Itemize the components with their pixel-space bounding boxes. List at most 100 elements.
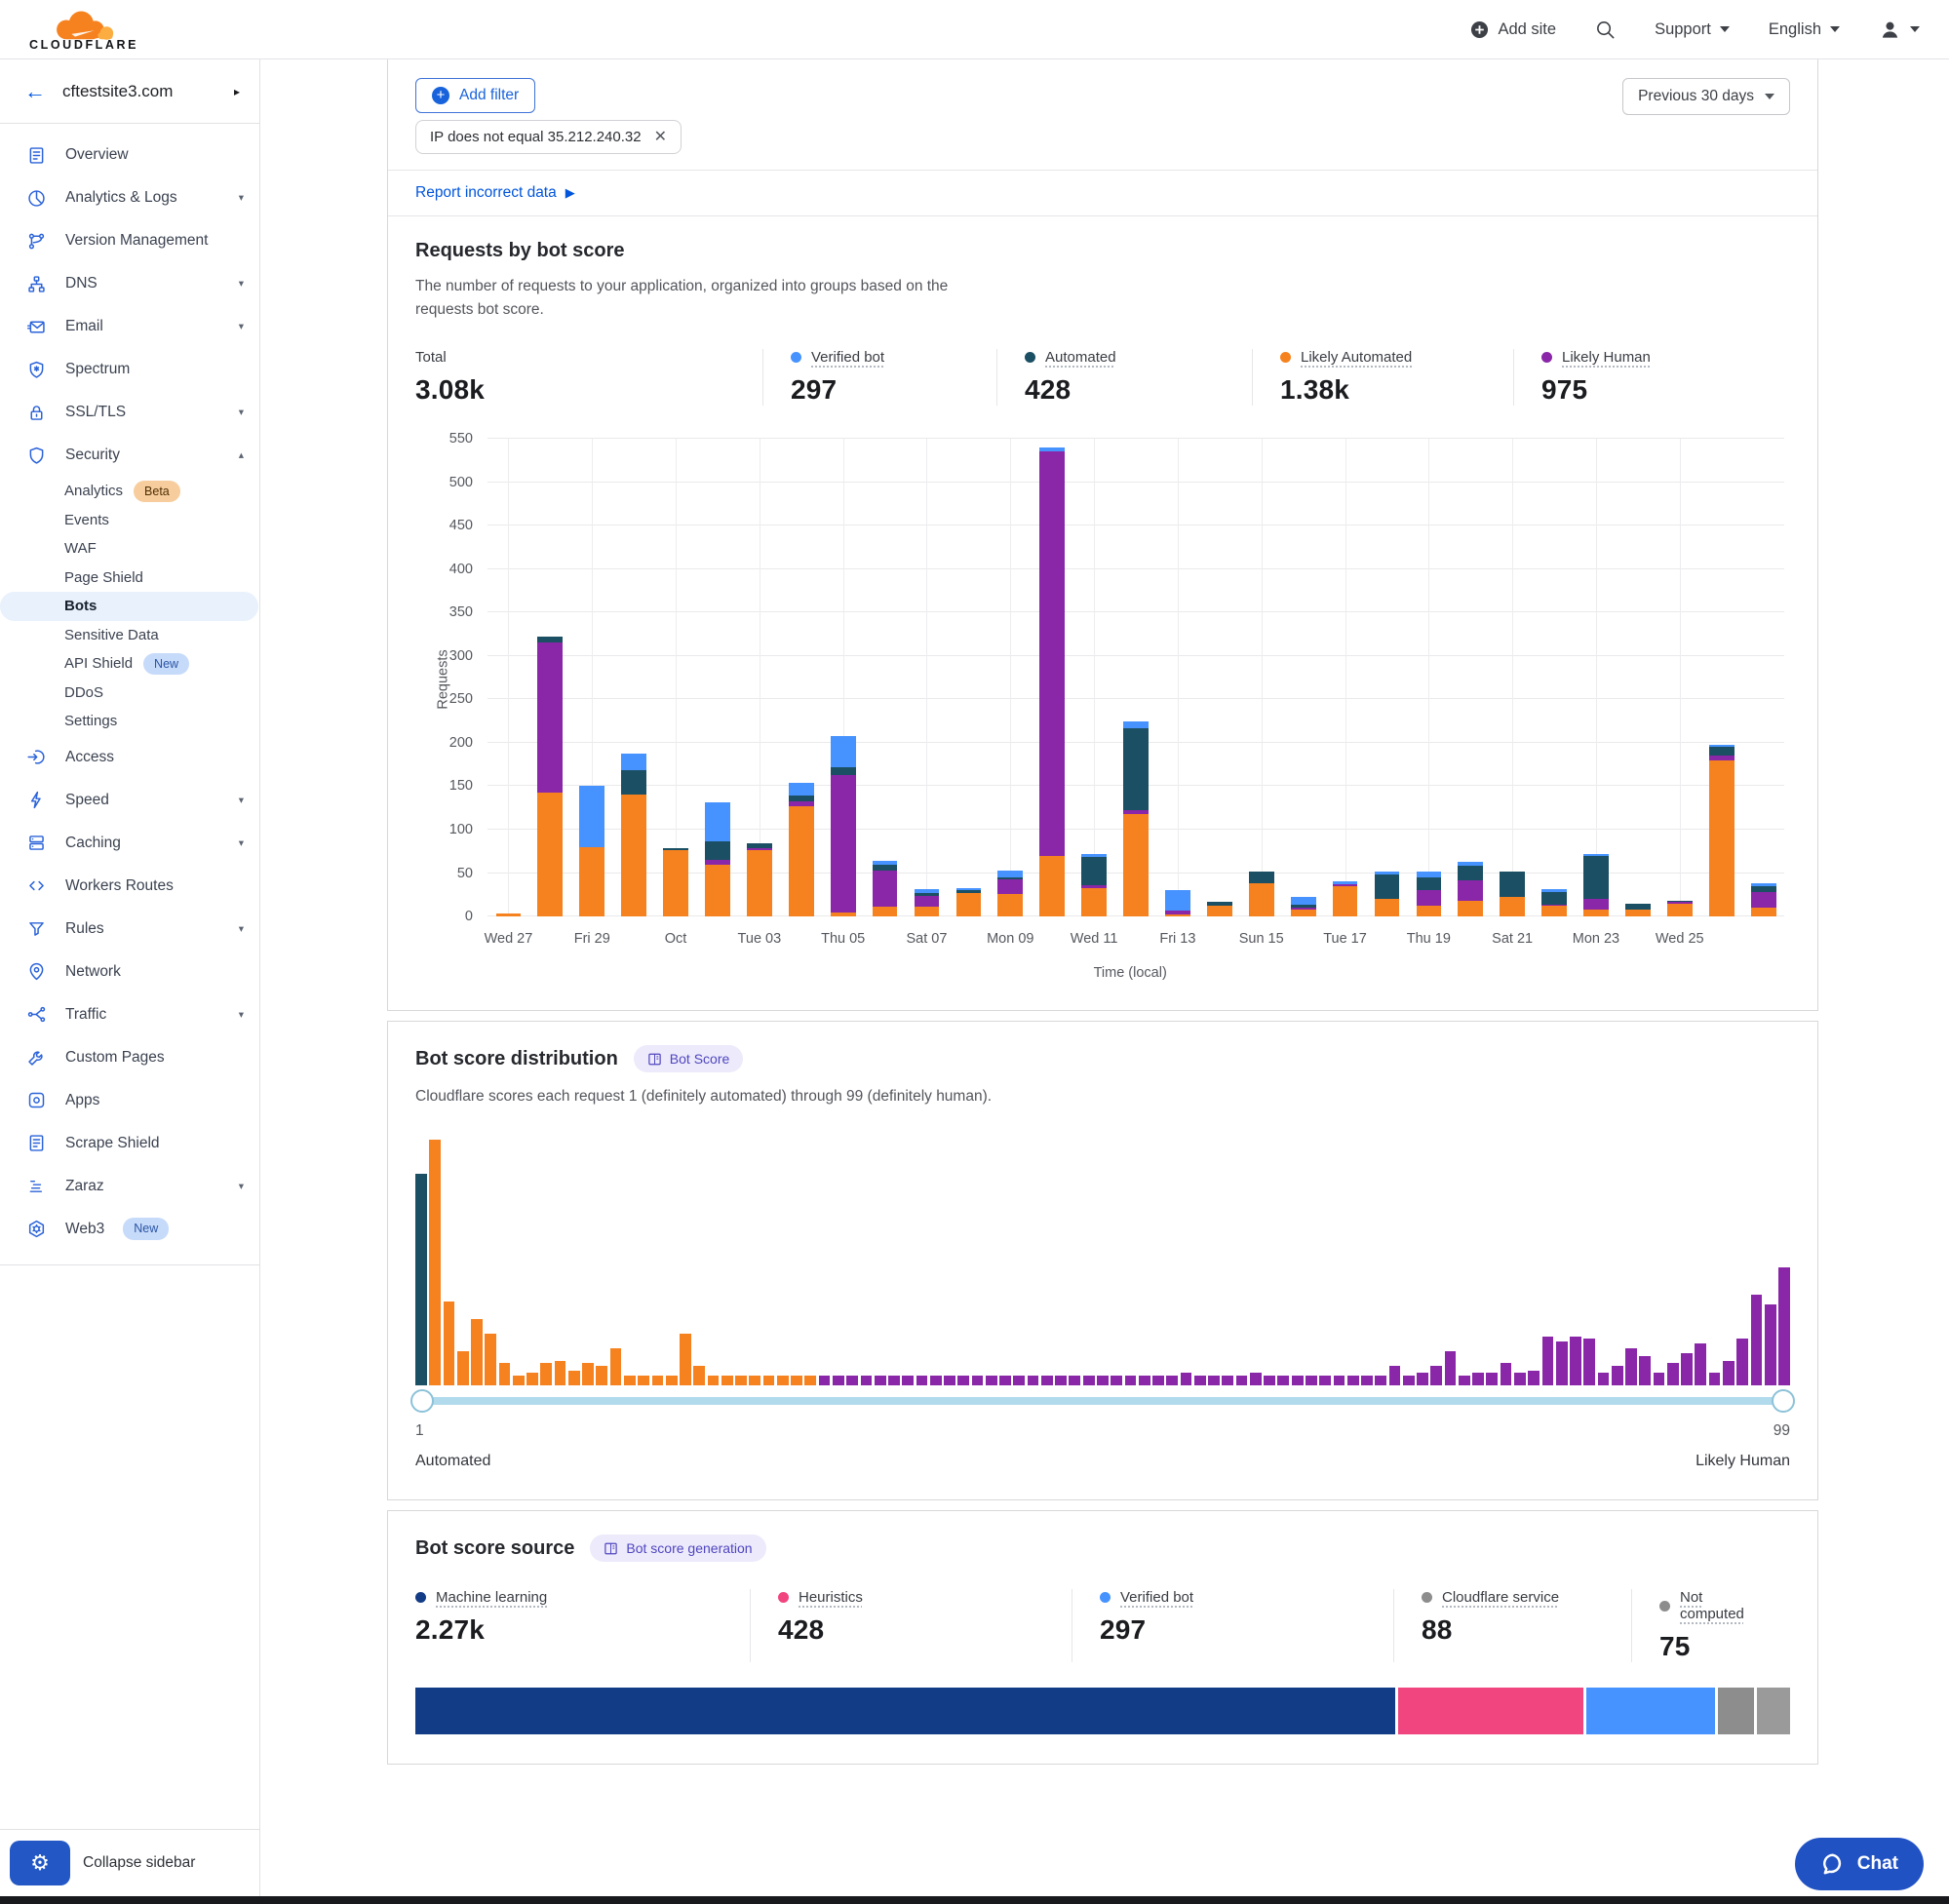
sidebar-item-caching[interactable]: Caching▾ [0, 822, 259, 865]
x-axis-title: Time (local) [1094, 965, 1167, 981]
support-menu[interactable]: Support [1655, 20, 1730, 39]
sidebar-item-label: Zaraz [65, 1178, 104, 1195]
remove-filter-icon[interactable]: ✕ [654, 130, 667, 145]
stat-label[interactable]: Machine learning [436, 1589, 547, 1606]
slider-track[interactable] [417, 1397, 1788, 1405]
stat-label[interactable]: Likely Human [1562, 349, 1651, 366]
traffic-icon [26, 1004, 47, 1025]
sidebar-item-label: Security [65, 447, 120, 464]
chevron-down-icon: ▾ [239, 321, 244, 332]
report-incorrect-data-link[interactable]: Report incorrect data ▶ [388, 171, 1817, 215]
slider-handle-min[interactable] [410, 1389, 434, 1413]
bar-segment-likely-automated [956, 893, 982, 916]
stat-label[interactable]: Verified bot [811, 349, 884, 366]
sidebar-item-workers-routes[interactable]: Workers Routes [0, 865, 259, 908]
sidebar-item-email[interactable]: Email ▾ [0, 305, 259, 348]
search-button[interactable] [1595, 19, 1616, 40]
bar-segment-likely-automated [747, 850, 772, 916]
sidebar-item-network[interactable]: Network [0, 951, 259, 993]
sidebar-item-apps[interactable]: Apps [0, 1079, 259, 1122]
bar-segment-likely-automated [915, 907, 940, 916]
hist-bar-score-33 [861, 1376, 873, 1385]
hist-bar-score-99 [1778, 1267, 1790, 1385]
sidebar-item-events[interactable]: Events [0, 506, 259, 535]
add-filter-button[interactable]: + Add filter [415, 78, 535, 113]
legend-dot [1659, 1601, 1670, 1612]
bar-segment-verified-bot [621, 754, 646, 771]
bar-segment-verified-bot [705, 802, 730, 840]
sidebar-item-ssl-tls[interactable]: SSL/TLS▾ [0, 391, 259, 434]
settings-gear-button[interactable]: ⚙ [10, 1841, 70, 1885]
hist-bar-score-11 [555, 1361, 566, 1385]
sidebar-item-security[interactable]: Security▴ [0, 434, 259, 477]
hist-bar-score-81 [1528, 1371, 1540, 1385]
bar-segment-likely-automated [1500, 897, 1525, 916]
sidebar-item-custom-pages[interactable]: Custom Pages [0, 1036, 259, 1079]
sidebar-item-scrape-shield[interactable]: Scrape Shield [0, 1122, 259, 1165]
language-menu[interactable]: English [1769, 20, 1840, 39]
hist-bar-score-64 [1292, 1376, 1304, 1385]
sidebar-item-dns[interactable]: DNS▾ [0, 262, 259, 305]
hist-bar-score-13 [582, 1363, 594, 1385]
sidebar-item-zaraz[interactable]: Zaraz ▾ [0, 1165, 259, 1208]
site-name[interactable]: cftestsite3.com [62, 82, 173, 101]
slider-handle-max[interactable] [1772, 1389, 1795, 1413]
hist-bar-score-85 [1583, 1339, 1595, 1385]
stat-cloudflare-service: Cloudflare service88 [1393, 1589, 1631, 1662]
hist-bar-score-84 [1570, 1337, 1581, 1385]
bar-segment-likely-automated [997, 894, 1023, 916]
site-switcher-caret-icon[interactable]: ▸ [234, 85, 240, 98]
stat-label[interactable]: Cloudflare service [1442, 1589, 1559, 1606]
account-menu[interactable] [1879, 19, 1920, 41]
bar-segment-likely-automated [496, 913, 522, 916]
network-icon [26, 961, 47, 982]
sidebar-item-label: Email [65, 318, 103, 335]
requests-card-title: Requests by bot score [415, 240, 625, 262]
stat-label[interactable]: Not computed [1680, 1589, 1770, 1622]
add-site-button[interactable]: Add site [1470, 20, 1556, 39]
sidebar-item-speed[interactable]: Speed▾ [0, 779, 259, 822]
sidebar-item-waf[interactable]: WAF [0, 534, 259, 563]
hist-bar-score-95 [1723, 1361, 1735, 1385]
bot-score-badge[interactable]: Bot Score [634, 1045, 743, 1072]
sidebar-item-version-management[interactable]: Version Management [0, 219, 259, 262]
bar-day-22 [1366, 439, 1408, 916]
x-tick-label: Wed 27 [485, 931, 533, 947]
bar-segment-automated [831, 767, 856, 775]
date-range-select[interactable]: Previous 30 days [1622, 78, 1790, 115]
cloudflare-logo[interactable]: CLOUDFLARE [29, 7, 138, 52]
sidebar-item-overview[interactable]: Overview [0, 134, 259, 176]
collapse-sidebar-button[interactable]: Collapse sidebar [83, 1854, 195, 1872]
chevron-down-icon: ▾ [239, 837, 244, 849]
x-tick-label: Mon 23 [1573, 931, 1619, 947]
filter-chip[interactable]: IP does not equal 35.212.240.32 ✕ [415, 120, 682, 154]
sidebar-item-sensitive-data[interactable]: Sensitive Data [0, 621, 259, 650]
chat-button[interactable]: Chat [1795, 1838, 1924, 1890]
requests-stats-row: Total3.08kVerified bot297Automated428Lik… [415, 349, 1790, 406]
sidebar-item-access[interactable]: Access [0, 736, 259, 779]
sidebar-item-label: WAF [64, 540, 97, 557]
sidebar-item-label: Scrape Shield [65, 1135, 160, 1152]
stat-label[interactable]: Likely Automated [1301, 349, 1412, 366]
chevron-down-icon: ▾ [239, 1181, 244, 1192]
back-arrow-icon[interactable]: ← [24, 81, 46, 102]
hist-bar-score-1 [415, 1174, 427, 1385]
sidebar-item-analytics[interactable]: AnalyticsBeta [0, 477, 259, 506]
sidebar-item-page-shield[interactable]: Page Shield [0, 563, 259, 593]
sidebar-item-bots[interactable]: Bots [0, 592, 258, 621]
sidebar-item-spectrum[interactable]: Spectrum [0, 348, 259, 391]
sidebar-item-analytics-logs[interactable]: Analytics & Logs▾ [0, 176, 259, 219]
bar-day-31 [1742, 439, 1784, 916]
hist-bar-score-48 [1069, 1376, 1080, 1385]
bot-score-generation-badge[interactable]: Bot score generation [590, 1535, 765, 1562]
sidebar-item-settings[interactable]: Settings [0, 707, 259, 736]
sidebar-item-rules[interactable]: Rules▾ [0, 908, 259, 951]
sidebar-item-ddos[interactable]: DDoS [0, 679, 259, 708]
stat-label[interactable]: Automated [1045, 349, 1116, 366]
stat-label[interactable]: Verified bot [1120, 1589, 1193, 1606]
sidebar-item-traffic[interactable]: Traffic▾ [0, 993, 259, 1036]
chevron-down-icon [1830, 26, 1840, 32]
sidebar-item-api-shield[interactable]: API ShieldNew [0, 649, 259, 679]
sidebar-item-web3[interactable]: Web3New [0, 1208, 259, 1251]
stat-label[interactable]: Heuristics [799, 1589, 863, 1606]
